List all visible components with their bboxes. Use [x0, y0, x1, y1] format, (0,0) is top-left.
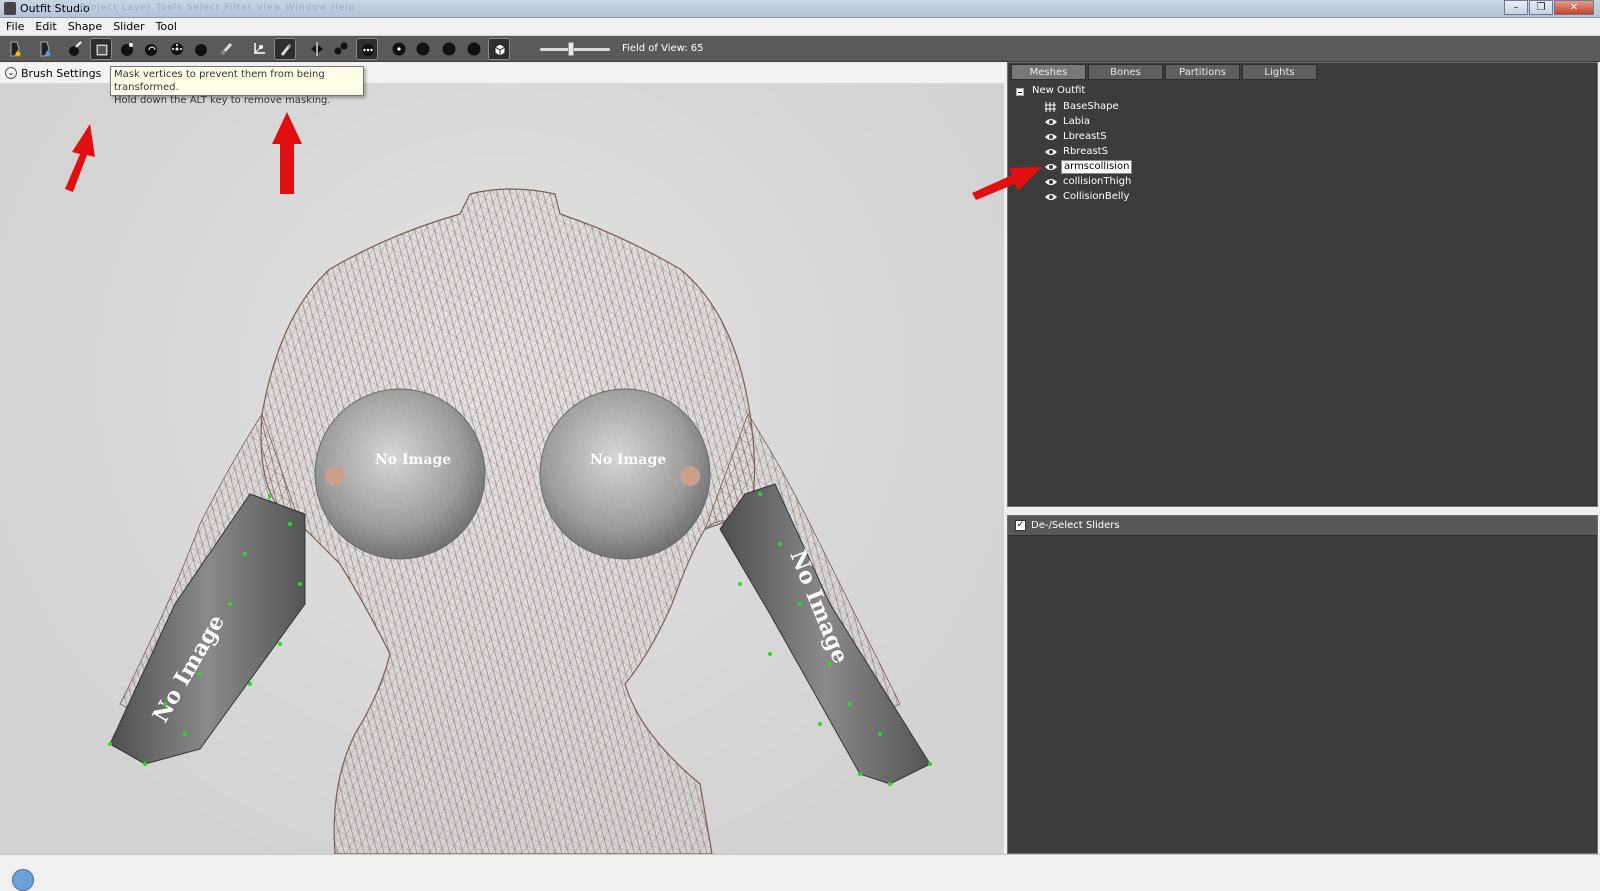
menu-edit[interactable]: Edit — [35, 20, 56, 33]
tree-root-label: New Outfit — [1032, 85, 1086, 96]
load-reference-icon[interactable] — [34, 38, 56, 60]
right-arm-collision[interactable]: No Image — [719, 483, 931, 785]
mask-visible-icon[interactable] — [488, 38, 510, 60]
menu-file[interactable]: File — [6, 20, 24, 33]
inflate-brush-icon[interactable] — [116, 38, 138, 60]
select-brush-icon[interactable] — [64, 38, 86, 60]
fov-slider-thumb[interactable] — [568, 42, 574, 56]
tooltip-line-2: Hold down the ALT key to remove masking. — [114, 95, 331, 106]
smooth-brush-icon[interactable] — [190, 38, 212, 60]
toolbar: Field of View: 65 — [0, 36, 1600, 62]
menu-slider[interactable]: Slider — [113, 20, 144, 33]
left-breast-sphere[interactable]: No Image — [314, 388, 486, 560]
mask-tooltip: Mask vertices to prevent them from being… — [110, 66, 364, 106]
eye-icon[interactable] — [1044, 131, 1058, 143]
x-mirror-icon[interactable] — [306, 38, 328, 60]
title-bar: Outfit Studio Project Layer Tools Select… — [0, 0, 1600, 18]
mesh-item-label: BaseShape — [1063, 101, 1119, 112]
mesh-item-lbreasts[interactable]: LbreastS — [1016, 130, 1107, 145]
connected-only-icon[interactable] — [330, 38, 352, 60]
menu-tool[interactable]: Tool — [156, 20, 177, 33]
right-breast-sphere[interactable]: No Image — [539, 388, 711, 560]
annotation-arrow-2 — [272, 112, 302, 194]
fov-label: Field of View: 65 — [622, 43, 704, 54]
status-bar — [0, 854, 1600, 891]
maximize-button[interactable]: ❐ — [1529, 0, 1553, 15]
right-sphere-texture-text: No Image — [590, 452, 666, 468]
menu-bar: File Edit Shape Slider Tool — [0, 18, 1600, 36]
mesh-item-label-selected: armscollision — [1061, 160, 1133, 174]
grid-icon — [1045, 102, 1056, 112]
tab-bones[interactable]: Bones — [1088, 64, 1163, 80]
wireframe-icon[interactable] — [412, 38, 434, 60]
app-icon — [4, 2, 16, 15]
slider-panel-header: ✓ De-/Select Sliders — [1008, 516, 1597, 536]
brush-settings-label[interactable]: Brush Settings — [21, 67, 101, 80]
mesh-item-label: Labia — [1063, 116, 1090, 127]
select-sliders-checkbox[interactable]: ✓ — [1015, 520, 1026, 531]
annotation-arrow-3 — [972, 167, 1042, 200]
tooltip-line-1: Mask vertices to prevent them from being… — [114, 69, 325, 93]
texture-icon[interactable] — [463, 38, 485, 60]
menu-shape[interactable]: Shape — [68, 20, 102, 33]
transform-icon[interactable] — [248, 38, 270, 60]
mesh-item-labia[interactable]: Labia — [1016, 115, 1090, 130]
ghost-menu-text: Project Layer Tools Select Filter View W… — [80, 3, 356, 13]
start-orb-icon[interactable] — [12, 869, 34, 891]
tab-partitions[interactable]: Partitions — [1165, 64, 1240, 80]
mesh-panel: Meshes Bones Partitions Lights New Outfi… — [972, 62, 1598, 507]
mesh-item-baseshape[interactable]: BaseShape — [1016, 100, 1119, 115]
right-panel: Meshes Bones Partitions Lights New Outfi… — [972, 62, 1600, 854]
3d-viewport[interactable]: ⌄ Brush Settings Mask vertices to preven… — [0, 62, 1004, 854]
annotation-arrow-1 — [65, 124, 95, 192]
tab-meshes[interactable]: Meshes — [1011, 64, 1086, 80]
mesh-tabs: Meshes Bones Partitions Lights — [1011, 64, 1319, 81]
mesh-item-label: CollisionBelly — [1063, 191, 1130, 202]
deflate-brush-icon[interactable] — [140, 38, 162, 60]
mask-brush-icon[interactable] — [90, 38, 112, 60]
left-sphere-texture-text: No Image — [375, 452, 451, 468]
minimize-button[interactable]: – — [1504, 0, 1528, 15]
collapse-icon[interactable] — [1016, 88, 1024, 96]
mesh-item-label: LbreastS — [1063, 131, 1107, 142]
mesh-item-label: RbreastS — [1063, 146, 1108, 157]
weight-brush-icon[interactable] — [216, 38, 238, 60]
move-brush-icon[interactable] — [166, 38, 188, 60]
select-sliders-label[interactable]: De-/Select Sliders — [1031, 520, 1120, 531]
show-vertices-icon[interactable] — [388, 38, 410, 60]
chevron-down-icon[interactable]: ⌄ — [5, 67, 17, 79]
tab-lights[interactable]: Lights — [1242, 64, 1317, 80]
mesh-item-label: collisionThigh — [1063, 176, 1132, 187]
pivot-tool-icon[interactable] — [274, 38, 296, 60]
tree-root[interactable]: New Outfit — [1016, 85, 1085, 100]
new-project-icon[interactable] — [4, 38, 26, 60]
close-button[interactable]: ✕ — [1554, 0, 1594, 15]
slider-panel: ✓ De-/Select Sliders — [1007, 515, 1598, 854]
eye-icon[interactable] — [1044, 116, 1058, 128]
fov-slider-track[interactable] — [540, 48, 610, 51]
global-brush-icon[interactable] — [356, 38, 378, 60]
lighting-icon[interactable] — [438, 38, 460, 60]
mesh-scene[interactable]: No Image No Image No Image No Image — [0, 84, 1004, 854]
